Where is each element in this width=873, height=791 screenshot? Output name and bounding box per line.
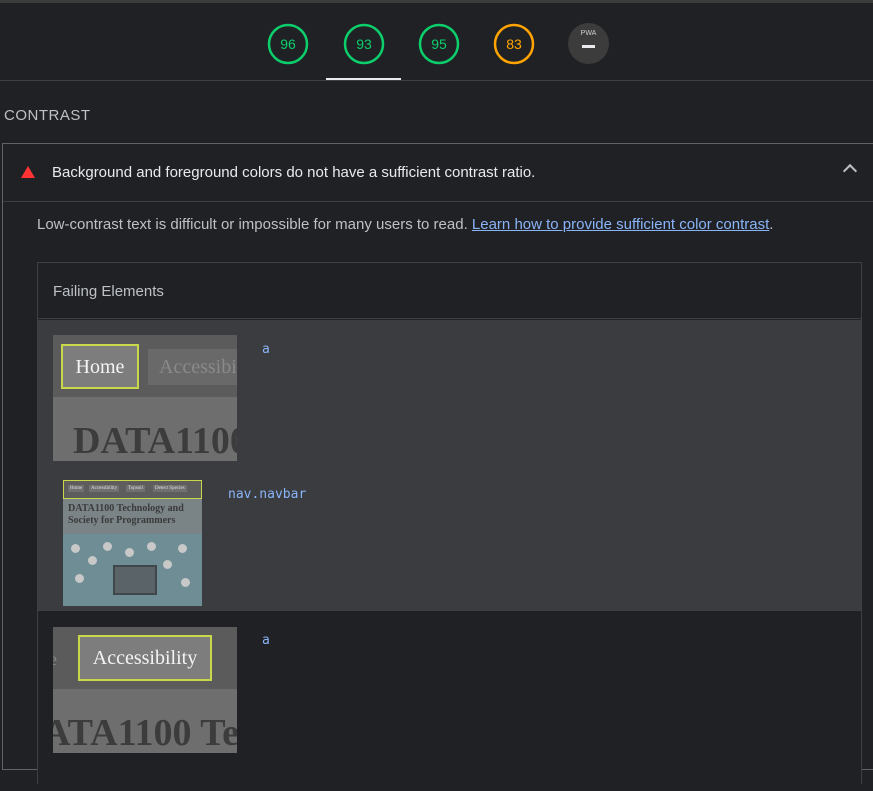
gauge-score: 96 xyxy=(280,36,296,52)
audit-description-text: Low-contrast text is difficult or imposs… xyxy=(37,216,468,233)
thumb-highlight-box: Accessibility xyxy=(78,635,212,681)
node-selector[interactable]: a xyxy=(262,633,270,648)
table-row: e Accessibility ATA1100 Te a xyxy=(38,610,861,791)
node-selector[interactable]: a xyxy=(262,342,270,357)
section-title: CONTRAST xyxy=(4,107,91,124)
gauge-score: 95 xyxy=(431,36,447,52)
description-period: . xyxy=(769,216,774,233)
score-gauge-accessibility[interactable]: 93 xyxy=(343,23,385,65)
person-icon xyxy=(88,556,97,565)
thumb-nav-item: Home xyxy=(68,485,85,492)
failing-elements-table: Failing Elements Home Accessibi DATA1100… xyxy=(37,262,862,791)
table-header: Failing Elements xyxy=(38,263,861,319)
person-icon xyxy=(163,560,172,569)
score-gauge-performance[interactable]: 96 xyxy=(267,23,309,65)
laptop-icon xyxy=(113,565,157,595)
thumb-highlight-text: Home xyxy=(75,356,125,378)
table-row: Home Accessibi DATA1100 a Home Accessibi… xyxy=(38,320,861,610)
thumb-nav-item: Topsoil xyxy=(126,485,145,492)
node-selector[interactable]: nav.navbar xyxy=(228,487,306,502)
person-icon xyxy=(71,544,80,553)
score-gauge-best-practices[interactable]: 95 xyxy=(418,23,460,65)
audit-header[interactable]: Background and foreground colors do not … xyxy=(3,144,873,202)
thumb-prev-text: e xyxy=(53,649,57,670)
thumb-heading: DATA1100 xyxy=(73,420,237,461)
person-icon xyxy=(147,542,156,551)
thumb-next-link: Accessibi xyxy=(148,349,237,385)
thumb-highlight-text: Accessibility xyxy=(92,647,198,669)
pwa-badge[interactable]: PWA xyxy=(568,23,609,64)
audit-title: Background and foreground colors do not … xyxy=(52,164,536,181)
element-screenshot[interactable]: Home Accessibility Topsoil Detect Specie… xyxy=(63,480,202,606)
chevron-up-icon[interactable] xyxy=(842,163,858,179)
thumb-nav-item: Accessibility xyxy=(89,485,120,492)
thumb-highlight-box: Home xyxy=(61,344,139,389)
gauge-score: 83 xyxy=(506,36,522,52)
learn-more-link[interactable]: Learn how to provide sufficient color co… xyxy=(472,216,769,233)
cloud-icon xyxy=(125,548,134,557)
table-header-label: Failing Elements xyxy=(53,283,164,300)
thumb-next-text: Accessibi xyxy=(159,356,237,378)
gauge-score: 93 xyxy=(356,36,372,52)
active-tab-indicator xyxy=(326,78,401,80)
thumb-heading: ATA1100 Te xyxy=(53,712,237,753)
score-gauge-seo[interactable]: 83 xyxy=(493,23,535,65)
person-icon xyxy=(181,578,190,587)
thumb-nav-item: Detect Species xyxy=(153,485,187,492)
thumb-heading: DATA1100 Technology and Society for Prog… xyxy=(68,503,184,526)
person-icon xyxy=(178,544,187,553)
pwa-dash-icon xyxy=(582,45,595,48)
audit-description: Low-contrast text is difficult or imposs… xyxy=(37,216,773,233)
element-screenshot[interactable]: e Accessibility ATA1100 Te xyxy=(53,627,237,753)
person-icon xyxy=(103,542,112,551)
contrast-audit: Background and foreground colors do not … xyxy=(2,143,873,791)
person-icon xyxy=(75,574,84,583)
thumb-navbar: Home Accessibility Topsoil Detect Specie… xyxy=(63,480,202,499)
pwa-label: PWA xyxy=(580,30,597,37)
warning-triangle-icon xyxy=(21,166,35,178)
score-gauges: 96 93 95 83 PWA xyxy=(0,0,873,81)
element-screenshot[interactable]: Home Accessibi DATA1100 xyxy=(53,335,237,461)
